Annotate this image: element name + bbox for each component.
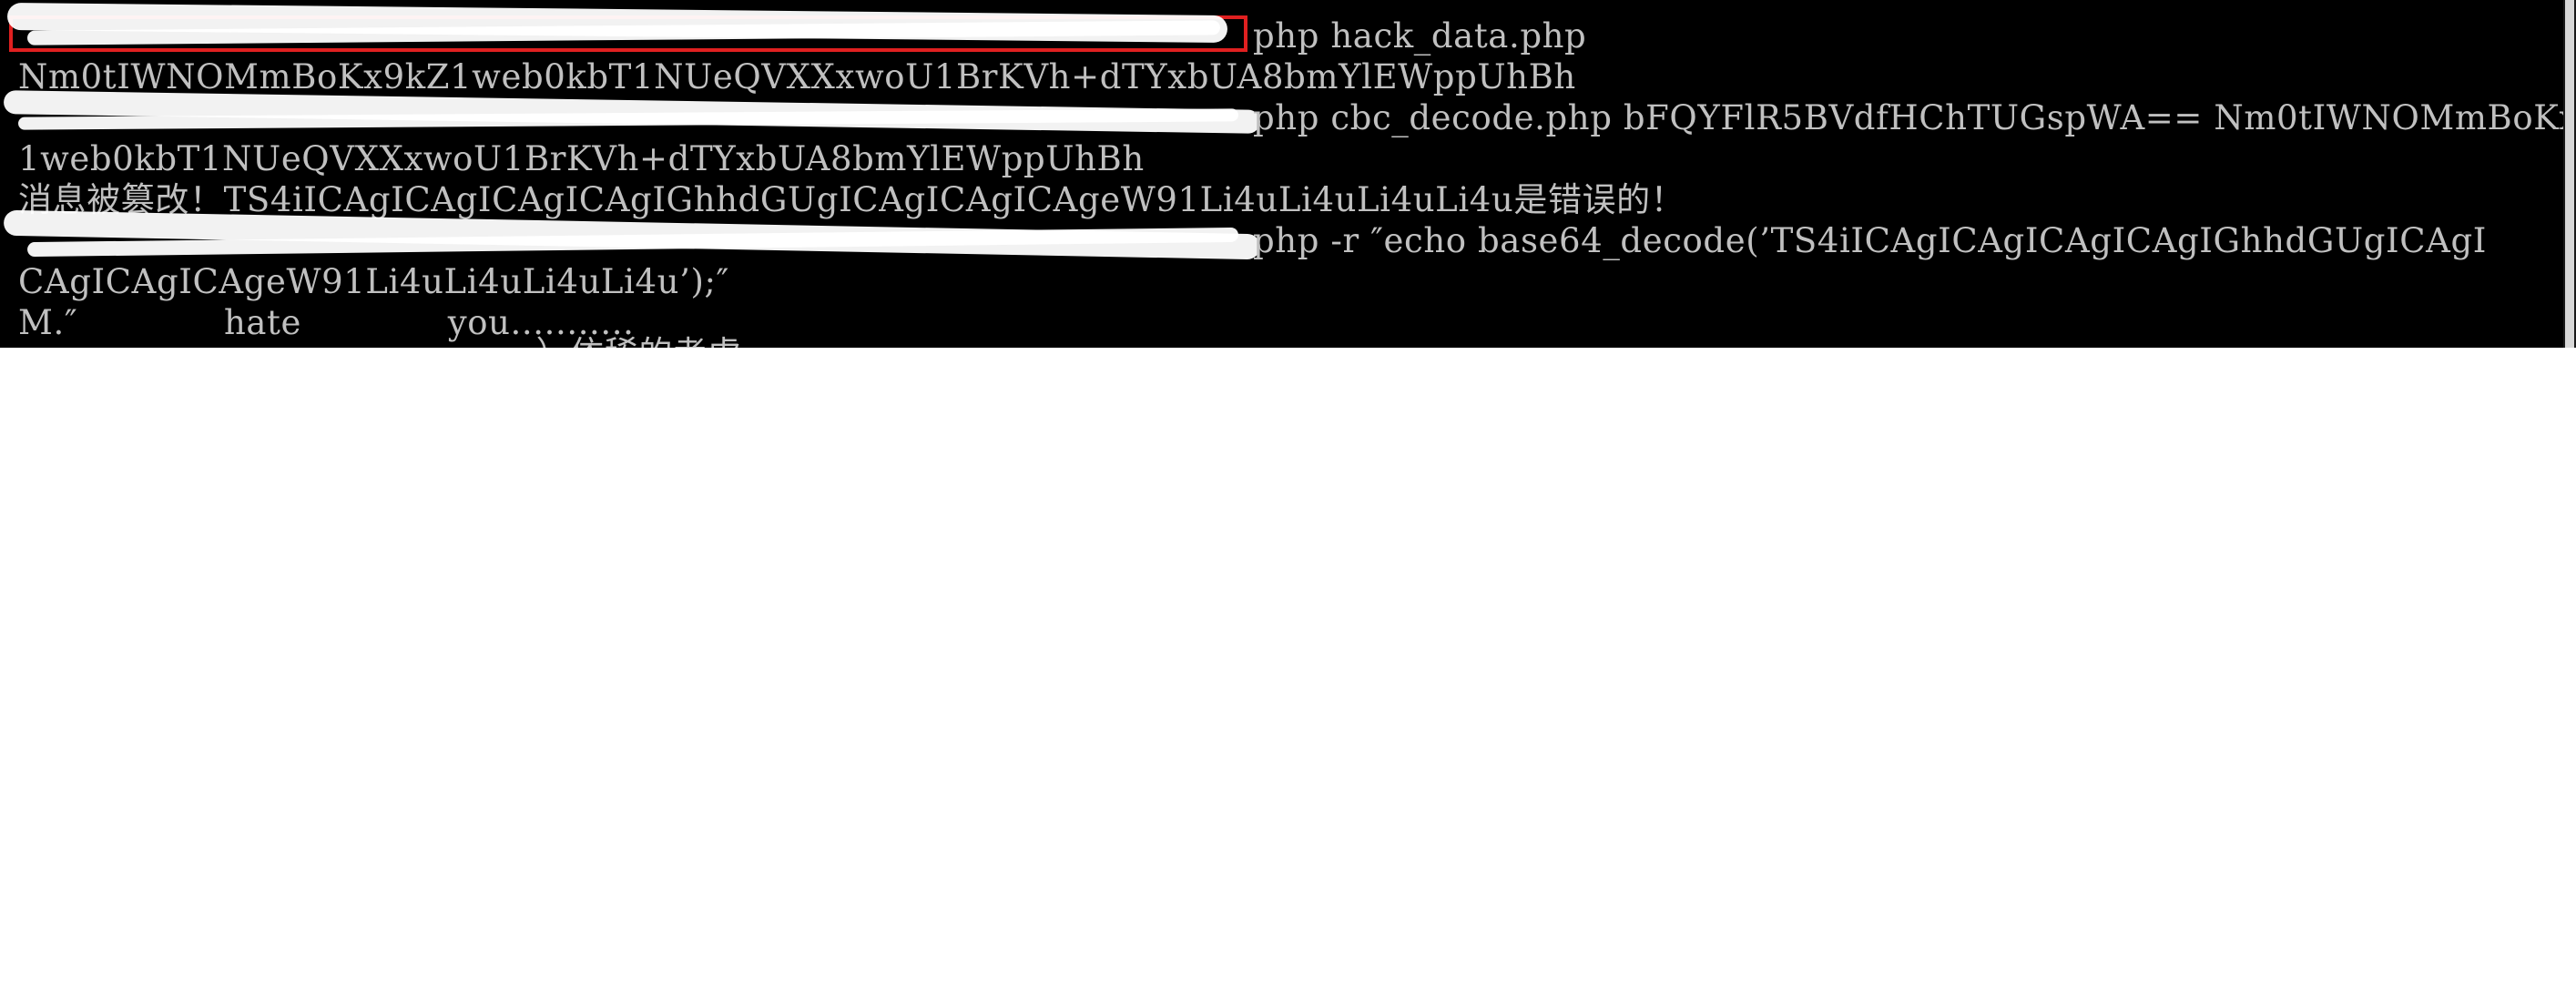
partial-line: ）依稀的考虑 xyxy=(18,333,741,348)
vertical-scrollbar[interactable] xyxy=(2563,0,2576,348)
error-message-line: 消息被篡改！TS4iICAgICAgICAgICAgIGhhdGUgICAgIC… xyxy=(18,180,1685,219)
command-line: php -r ″echo base64_decode(’TS4iICAgICAg… xyxy=(1253,221,2487,260)
command-line: php cbc_decode.php bFQYFlR5BVdfHChTUGspW… xyxy=(1253,98,2576,137)
output-line: Nm0tIWNOMmBoKx9kZ1web0kbT1NUeQVXXxwoU1Br… xyxy=(18,57,1576,96)
wrapped-line: CAgICAgICAgeW91Li4uLi4uLi4uLi4u’);″ xyxy=(18,262,729,301)
scrollbar-thumb[interactable] xyxy=(2565,0,2574,348)
command-line: php hack_data.php xyxy=(1253,16,1587,56)
terminal-window[interactable]: php hack_data.php Nm0tIWNOMmBoKx9kZ1web0… xyxy=(0,0,2576,348)
wrapped-line: 1web0kbT1NUeQVXXxwoU1BrKVh+dTYxbUA8bmYlE… xyxy=(18,139,1145,178)
